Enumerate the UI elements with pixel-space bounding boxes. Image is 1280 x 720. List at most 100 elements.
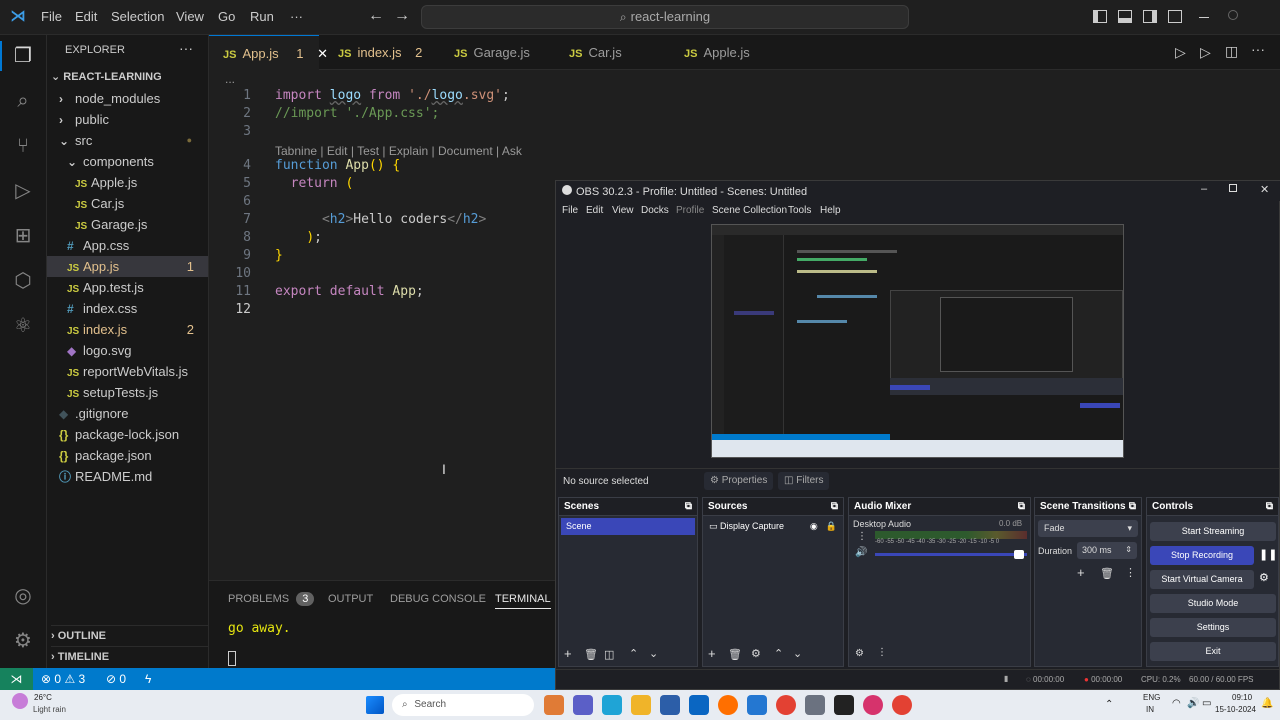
move-down-icon[interactable]: ⌄ <box>793 647 802 660</box>
mixer-more-icon[interactable]: ⋮ <box>857 531 867 542</box>
tree-item[interactable]: JS Garage.js <box>47 214 208 235</box>
code-line[interactable]: } <box>275 248 283 263</box>
menu-view[interactable]: View <box>176 9 204 24</box>
copilot-icon[interactable] <box>544 695 564 715</box>
code-line[interactable]: return ( <box>275 176 354 191</box>
terminal-app-icon[interactable] <box>834 695 854 715</box>
code-line[interactable]: import logo from './logo.svg'; <box>275 88 510 103</box>
tree-item[interactable]: JS App.js 1 <box>47 256 208 277</box>
teams-icon[interactable] <box>573 695 593 715</box>
maximize-icon[interactable] <box>1229 184 1237 192</box>
filter-icon[interactable]: ◫ <box>604 648 614 661</box>
workspace-root[interactable]: ⌄ REACT-LEARNING <box>51 67 162 88</box>
panel-tab-debug-console[interactable]: DEBUG CONSOLE <box>390 593 486 605</box>
close-icon[interactable]: ✕ <box>317 46 328 61</box>
tree-item[interactable]: # index.css <box>47 298 208 319</box>
exit-button[interactable]: Exit <box>1150 642 1276 661</box>
split-editor-icon[interactable]: ◫ <box>1225 43 1238 60</box>
search-icon[interactable]: ⌕ <box>10 88 36 114</box>
move-up-icon[interactable]: ⌃ <box>629 647 638 660</box>
photos-app-icon[interactable] <box>863 695 883 715</box>
undock-icon[interactable]: ⧉ <box>831 501 838 512</box>
obs-menu-docks[interactable]: Docks <box>641 205 669 216</box>
mixer-menu-icon[interactable]: ⋮ <box>877 647 887 658</box>
toggle-secondary-sidebar-icon[interactable] <box>1143 10 1157 23</box>
timeline-section[interactable]: › TIMELINE <box>51 646 209 667</box>
clock-time[interactable]: 09:10 <box>1232 693 1252 702</box>
obs-menu-help[interactable]: Help <box>820 205 841 216</box>
spin-arrows-icon[interactable]: ⇕ <box>1125 545 1132 554</box>
settings-app-icon[interactable] <box>805 695 825 715</box>
add-icon[interactable]: + <box>1077 565 1085 580</box>
settings-button[interactable]: Settings <box>1150 618 1276 637</box>
volume-slider-handle[interactable] <box>1014 550 1024 559</box>
pause-icon[interactable]: ❚❚ <box>1259 548 1277 561</box>
code-line[interactable]: //import './App.css'; <box>275 106 439 121</box>
tree-item[interactable]: ⌄ src ● <box>47 130 208 151</box>
ports-status[interactable]: ⊘ 0 <box>106 672 126 686</box>
tree-item[interactable]: JS Apple.js <box>47 172 208 193</box>
tree-item[interactable]: JS App.test.js <box>47 277 208 298</box>
panel-tab-terminal[interactable]: TERMINAL <box>495 593 551 609</box>
minimize-icon[interactable] <box>1199 17 1209 18</box>
filters-button[interactable]: ◫ Filters <box>778 472 830 490</box>
weather-icon[interactable] <box>12 693 28 709</box>
menu-edit[interactable]: Edit <box>75 9 97 24</box>
more-actions-icon[interactable]: ··· <box>179 40 193 56</box>
customize-layout-icon[interactable] <box>1168 10 1182 23</box>
tree-item[interactable]: # App.css <box>47 235 208 256</box>
tree-item[interactable]: › node_modules <box>47 88 208 109</box>
undock-icon[interactable]: ⧉ <box>685 501 692 512</box>
obs-menu-tools[interactable]: Tools <box>788 205 811 216</box>
breadcrumb[interactable]: ... <box>225 72 235 86</box>
toggle-panel-icon[interactable] <box>1118 10 1132 23</box>
problems-status[interactable]: ⊗ 0 ⚠ 3 <box>41 672 85 686</box>
obs-menu-file[interactable]: File <box>562 205 578 216</box>
speaker-icon[interactable]: 🔊 <box>855 547 867 558</box>
undock-icon[interactable]: ⧉ <box>1018 501 1025 512</box>
add-icon[interactable]: + <box>708 646 716 661</box>
explorer-files-icon[interactable]: ❐ <box>10 43 36 69</box>
settings-gear-icon[interactable]: ⚙ <box>10 628 36 654</box>
volume-slider[interactable] <box>875 553 1027 556</box>
account-icon[interactable]: ◎ <box>10 583 36 609</box>
panel-tab-output[interactable]: OUTPUT <box>328 593 373 605</box>
restore-icon[interactable] <box>1228 10 1238 20</box>
source-item[interactable]: ▭ Display Capture 🔒 ◉ <box>707 518 839 535</box>
panel-tab-problems[interactable]: PROBLEMS 3 <box>228 592 315 606</box>
language-secondary[interactable]: IN <box>1146 705 1154 714</box>
battery-icon[interactable]: ▭ <box>1202 698 1211 709</box>
start-streaming-button[interactable]: Start Streaming <box>1150 522 1276 541</box>
terminal-cursor[interactable] <box>228 651 236 666</box>
tab-apple-js[interactable]: JS Apple.js <box>684 35 750 70</box>
chrome-icon[interactable] <box>776 695 796 715</box>
move-down-icon[interactable]: ⌄ <box>649 647 658 660</box>
tree-item[interactable]: ⓘ README.md <box>47 466 208 487</box>
edge-icon[interactable] <box>602 695 622 715</box>
trash-icon[interactable]: 🗑 <box>1100 567 1114 580</box>
obs-menu-view[interactable]: View <box>612 205 634 216</box>
tree-item[interactable]: JS setupTests.js <box>47 382 208 403</box>
gear-icon[interactable]: ⚙ <box>1259 571 1269 584</box>
file-explorer-icon[interactable] <box>631 695 651 715</box>
language-primary[interactable]: ENG <box>1143 693 1160 702</box>
tree-item[interactable]: ◆ .gitignore <box>47 403 208 424</box>
tabnine-codelens[interactable]: Tabnine | Edit | Test | Explain | Docume… <box>275 144 522 158</box>
obs-menu-scene-collection[interactable]: Scene Collection <box>712 205 787 216</box>
undock-icon[interactable]: ⧉ <box>1266 501 1273 512</box>
tab-index-js[interactable]: JS index.js 2 <box>338 35 422 70</box>
gear-icon[interactable]: ⚙ <box>751 647 761 660</box>
windows-start-icon[interactable] <box>366 696 384 714</box>
menu-more[interactable]: ··· <box>290 9 303 24</box>
wifi-icon[interactable]: ◠ <box>1172 698 1181 709</box>
more-actions-icon[interactable]: ··· <box>1251 41 1265 57</box>
firefox-icon[interactable] <box>718 695 738 715</box>
code-line[interactable]: function App() { <box>275 158 400 173</box>
menu-selection[interactable]: Selection <box>111 9 164 24</box>
code-line[interactable]: <h2>Hello coders</h2> <box>275 212 486 227</box>
start-virtual-camera-button[interactable]: Start Virtual Camera <box>1150 570 1254 589</box>
move-up-icon[interactable]: ⌃ <box>774 647 783 660</box>
weather-desc[interactable]: Light rain <box>33 705 66 714</box>
properties-button[interactable]: ⚙ Properties <box>704 472 774 490</box>
add-icon[interactable]: + <box>564 646 572 661</box>
